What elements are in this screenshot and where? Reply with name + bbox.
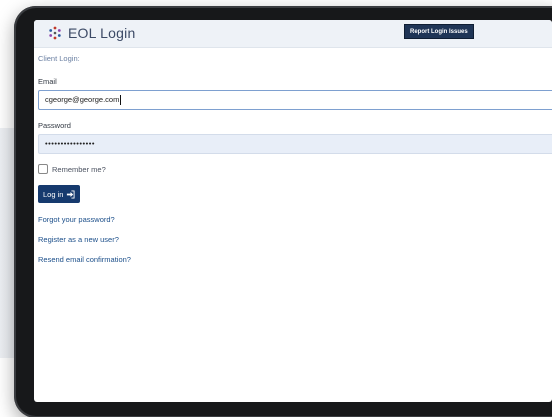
password-value: •••••••••••••••• (45, 139, 96, 148)
resend-confirmation-link[interactable]: Resend email confirmation? (38, 255, 131, 264)
app-title: EOL Login (68, 25, 136, 41)
forgot-password-link[interactable]: Forgot your password? (38, 215, 115, 224)
password-field[interactable]: •••••••••••••••• (38, 134, 552, 154)
remember-me-checkbox[interactable] (38, 164, 48, 174)
remember-me-row[interactable]: Remember me? (38, 163, 106, 175)
email-value: cgeorge@george.com (45, 95, 120, 104)
log-in-label: Log in (43, 189, 64, 199)
password-label: Password (38, 121, 71, 130)
client-login-heading: Client Login: (38, 54, 80, 63)
app-header: EOL Login Report Login Issues (34, 20, 552, 48)
email-label: Email (38, 77, 57, 86)
text-caret (120, 95, 122, 106)
email-field[interactable]: cgeorge@george.com (38, 90, 552, 110)
remember-me-label: Remember me? (52, 164, 106, 174)
eol-logo-icon (49, 26, 61, 40)
log-in-button[interactable]: Log in (38, 185, 81, 203)
login-screen: EOL Login Report Login Issues Client Log… (34, 20, 552, 402)
register-link[interactable]: Register as a new user? (38, 235, 119, 244)
sign-in-icon (67, 189, 75, 199)
report-login-issues-button[interactable]: Report Login Issues (404, 24, 474, 39)
